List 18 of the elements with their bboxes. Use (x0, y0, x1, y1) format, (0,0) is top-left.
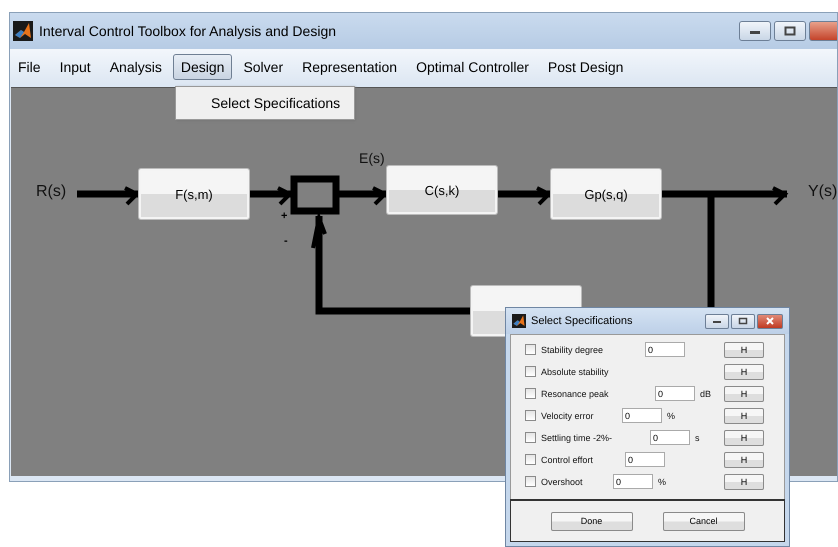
spec-label: Settling time -2%- (541, 432, 614, 442)
spec-label: Resonance peak (541, 388, 610, 398)
spec-label: Velocity error (541, 410, 595, 420)
signal-label: R(s) (36, 183, 66, 201)
spec-label: Absolute stability (541, 366, 609, 376)
spec-label: Control effort (541, 454, 594, 464)
sign-label: - (284, 235, 288, 247)
sign-label: + (281, 210, 288, 222)
signal-label: E(s) (359, 150, 385, 166)
window-title: Interval Control Toolbox for Analysis and Design (39, 23, 336, 39)
signal-label: Y(s) (808, 183, 837, 201)
spec-label: Stability degree (541, 344, 604, 354)
unit-label: % (658, 476, 666, 486)
dialog-title: Select Specifications (531, 315, 632, 327)
unit-label: % (667, 410, 676, 420)
spec-label: Overshoot (541, 476, 584, 486)
unit-label: dB (700, 388, 712, 398)
unit-label: s (695, 432, 700, 442)
